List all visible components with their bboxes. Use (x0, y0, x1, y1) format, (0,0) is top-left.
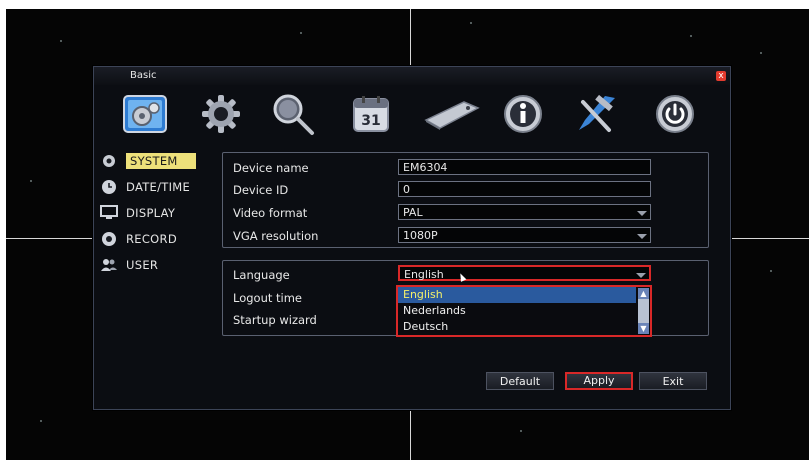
close-button[interactable]: x (716, 71, 726, 81)
sidebar-item-date-time[interactable]: DATE/TIME (100, 174, 210, 200)
info-icon[interactable] (500, 93, 546, 135)
sidebar: SYSTEM DATE/TIME DISPLAY RECORD USER (100, 148, 210, 278)
exit-button[interactable]: Exit (639, 372, 707, 390)
sidebar-item-label: DATE/TIME (126, 180, 191, 194)
background-speck (470, 22, 472, 24)
device-id-input[interactable]: 0 (398, 181, 651, 197)
gear-icon (100, 152, 118, 170)
background-speck (30, 180, 32, 182)
language-option-deutsch[interactable]: Deutsch (398, 319, 650, 335)
language-select[interactable]: English (398, 265, 651, 281)
scroll-up-icon[interactable]: ▲ (638, 288, 649, 299)
background-speck (760, 52, 762, 54)
language-value: English (404, 268, 444, 281)
scroll-down-icon[interactable]: ▼ (638, 323, 649, 334)
default-button[interactable]: Default (486, 372, 554, 390)
vga-resolution-value: 1080P (403, 229, 438, 242)
dropdown-scrollbar[interactable]: ▲ ▼ (638, 288, 649, 334)
device-id-label: Device ID (233, 183, 289, 197)
basic-config-icon[interactable] (122, 93, 168, 135)
gear-icon[interactable] (198, 93, 244, 135)
video-format-value: PAL (403, 206, 423, 219)
record-icon (100, 230, 118, 248)
device-settings-panel: Device name EM6304 Device ID 0 Video for… (222, 152, 709, 248)
basic-settings-dialog: Basic x 31 SYSTEM DATE/TIME DISPLAY RECO… (93, 66, 731, 410)
disk-icon[interactable] (422, 93, 480, 135)
sidebar-item-label: SYSTEM (126, 153, 196, 169)
vga-resolution-label: VGA resolution (233, 229, 319, 243)
search-icon[interactable] (270, 93, 316, 135)
language-option-nederlands[interactable]: Nederlands (398, 303, 650, 319)
sidebar-item-record[interactable]: RECORD (100, 226, 210, 252)
language-label: Language (233, 268, 290, 282)
calendar-icon[interactable]: 31 (348, 93, 394, 135)
monitor-icon (100, 204, 118, 222)
power-icon[interactable] (652, 93, 698, 135)
sidebar-item-system[interactable]: SYSTEM (100, 148, 210, 174)
sidebar-item-user[interactable]: USER (100, 252, 210, 278)
apply-button[interactable]: Apply (565, 372, 633, 390)
background-speck (520, 430, 522, 432)
vga-resolution-select[interactable]: 1080P (398, 227, 651, 243)
device-name-input[interactable]: EM6304 (398, 159, 651, 175)
sidebar-item-label: DISPLAY (126, 206, 176, 220)
video-format-label: Video format (233, 206, 308, 220)
users-icon (100, 256, 118, 274)
dialog-title: Basic (130, 70, 157, 81)
sidebar-item-label: RECORD (126, 232, 177, 246)
background-speck (60, 40, 62, 42)
language-dropdown-list: English Nederlands Deutsch ▲ ▼ (396, 285, 652, 337)
dialog-titlebar: Basic x (94, 67, 730, 85)
logout-time-label: Logout time (233, 291, 303, 305)
clock-icon (100, 178, 118, 196)
background-speck (690, 35, 692, 37)
background-speck (40, 420, 42, 422)
background-speck (770, 270, 772, 272)
sidebar-item-label: USER (126, 258, 159, 272)
background-speck (300, 32, 302, 34)
left-margin (0, 0, 6, 460)
tools-icon[interactable] (574, 93, 620, 135)
menu-toolbar: 31 (122, 87, 712, 139)
chevron-down-icon (637, 234, 647, 239)
language-option-english[interactable]: English (398, 287, 636, 303)
top-margin (0, 0, 809, 9)
sidebar-item-display[interactable]: DISPLAY (100, 200, 210, 226)
device-name-label: Device name (233, 161, 309, 175)
startup-wizard-label: Startup wizard (233, 313, 317, 327)
chevron-down-icon (636, 273, 646, 278)
video-format-select[interactable]: PAL (398, 204, 651, 220)
chevron-down-icon (637, 211, 647, 216)
calendar-day: 31 (361, 113, 380, 129)
